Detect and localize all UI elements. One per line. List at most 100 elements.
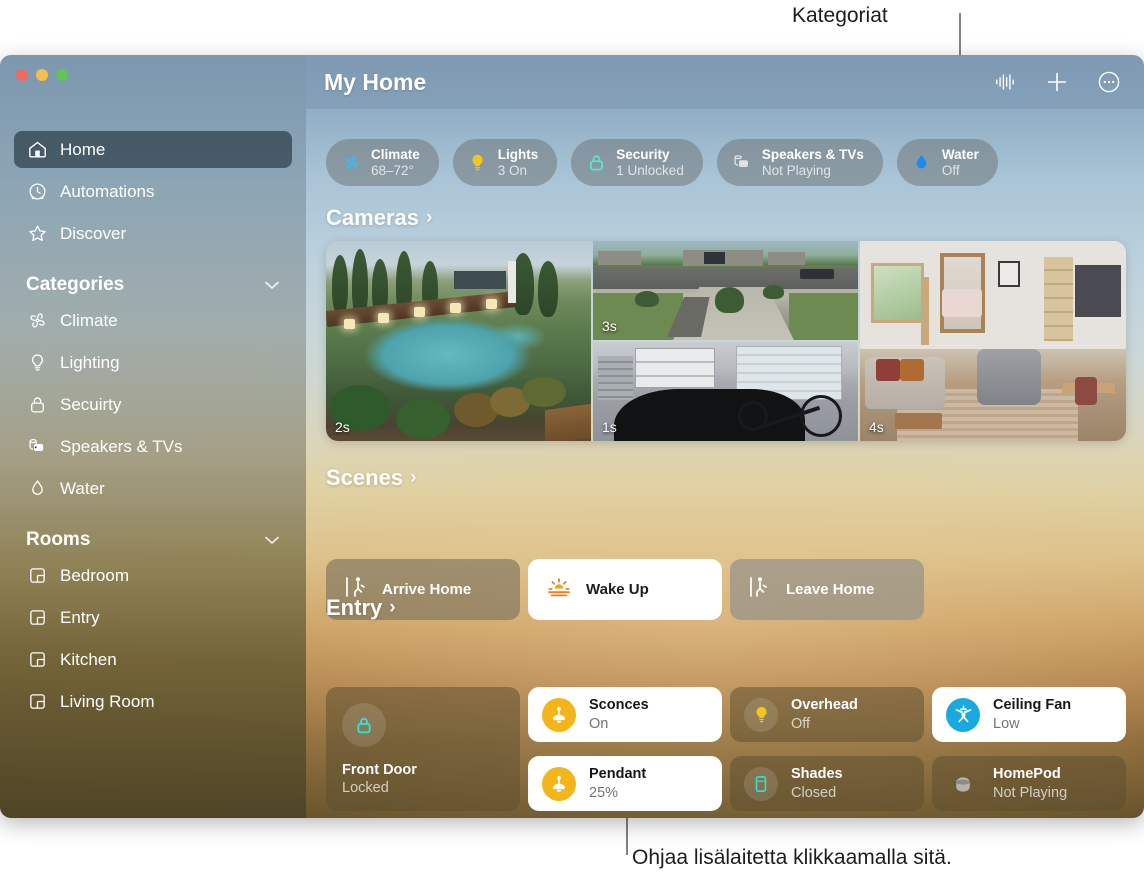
window-controls[interactable] [16,69,68,81]
driveway-camera-image [593,241,858,340]
sidebar-item-entry[interactable]: Entry [14,599,292,636]
droplet-icon [26,478,48,500]
sidebar-section-rooms[interactable]: Rooms [26,529,280,551]
lock-icon [342,703,386,747]
chevron-down-icon[interactable] [264,529,280,551]
living-room-camera-image [860,241,1126,441]
device-tile-pendant[interactable]: Pendant 25% [528,756,722,811]
sidebar-item-label: Lighting [60,352,120,372]
sunrise-icon [546,575,572,604]
pendant-icon [542,766,576,801]
section-header-scenes[interactable]: Scenes › [326,465,416,491]
sidebar-item-climate[interactable]: Climate [14,302,292,339]
close-button[interactable] [16,69,28,81]
camera-tile-driveway[interactable]: 3s [593,241,858,340]
device-name: Ceiling Fan [993,697,1072,714]
category-pills: Climate 68–72° Lights 3 On Security 1 Un… [326,139,998,186]
fan-icon [340,152,362,174]
sidebar-item-lighting[interactable]: Lighting [14,344,292,381]
device-tile-homepod[interactable]: HomePod Not Playing [932,756,1126,811]
pill-status: Not Playing [761,162,831,178]
sidebar-item-label: Speakers & TVs [60,436,183,456]
device-name: Shades [791,766,843,783]
svg-text:tv: tv [741,161,746,167]
sidebar-item-home[interactable]: Home [14,131,292,168]
pill-title: Climate [371,147,420,163]
camera-grid: 2s 3s 1s 4s [326,241,1126,441]
device-status: Closed [791,784,837,801]
device-tile-ceiling-fan[interactable]: Ceiling Fan Low [932,687,1126,742]
scene-leave-home[interactable]: Leave Home [730,559,924,620]
sidebar-item-security[interactable]: Secuirty [14,386,292,423]
device-tile-sconces[interactable]: Sconces On [528,687,722,742]
sidebar-item-water[interactable]: Water [14,470,292,507]
sidebar-item-label: Secuirty [60,394,122,414]
device-name: Front Door [342,761,417,778]
pill-water[interactable]: Water Off [896,139,998,186]
scene-label: Wake Up [586,581,649,598]
sidebar-item-speakers-tvs[interactable]: tv Speakers & TVs [14,428,292,465]
device-status: On [589,715,609,732]
section-header-cameras[interactable]: Cameras › [326,205,432,231]
sidebar-item-label: Entry [60,607,100,627]
lock-icon [26,394,48,416]
camera-column-middle: 3s 1s [593,241,858,441]
device-status: 25% [589,784,619,801]
homepod-icon [946,767,980,801]
pill-security[interactable]: Security 1 Unlocked [571,139,703,186]
bulb-icon [744,697,778,732]
sidebar-item-automations[interactable]: Automations [14,173,292,210]
speaker-tv-icon: tv [26,436,48,458]
camera-tile-living-room[interactable]: 4s [860,241,1126,441]
sidebar-item-discover[interactable]: Discover [14,215,292,252]
sidebar-section-label: Categories [26,274,125,295]
scene-wake-up[interactable]: Wake Up [528,559,722,620]
audio-waveform-icon[interactable] [992,69,1018,95]
device-tile-overhead[interactable]: Overhead Off [730,687,924,742]
shade-icon [744,766,778,801]
sidebar-item-label: Home [60,139,106,159]
pill-lights[interactable]: Lights 3 On [452,139,558,186]
pill-status: 3 On [497,162,528,178]
sidebar-item-label: Kitchen [60,649,117,669]
toolbar-actions [992,69,1122,95]
clock-icon [26,181,48,203]
room-icon [26,607,48,629]
fan-icon [946,697,980,732]
pill-status: 68–72° [371,162,414,178]
pill-speakers-tvs[interactable]: tv Speakers & TVs Not Playing [716,139,883,186]
pill-climate[interactable]: Climate 68–72° [326,139,439,186]
sidebar-item-label: Discover [60,223,127,243]
device-status: Not Playing [993,784,1068,801]
pill-title: Speakers & TVs [761,147,864,163]
pill-title: Security [616,147,670,163]
device-tile-shades[interactable]: Shades Closed [730,756,924,811]
sidebar-item-living-room[interactable]: Living Room [14,683,292,720]
camera-tile-garage[interactable]: 1s [593,342,858,441]
main-content: My Home Climate 68–72° Lights 3 On Secur… [306,55,1144,818]
section-title: Entry [326,595,383,620]
sidebar-item-label: Climate [60,310,118,330]
svg-text:tv: tv [36,445,41,451]
section-title: Cameras [326,205,419,230]
sidebar-item-kitchen[interactable]: Kitchen [14,641,292,678]
sidebar-item-label: Living Room [60,691,155,711]
chevron-right-icon: › [425,207,433,228]
chevron-down-icon[interactable] [264,274,280,296]
sidebar-item-bedroom[interactable]: Bedroom [14,557,292,594]
camera-timestamp: 2s [335,419,350,435]
star-icon [26,223,48,245]
zoom-button[interactable] [56,69,68,81]
minimize-button[interactable] [36,69,48,81]
section-header-entry[interactable]: Entry › [326,595,396,621]
camera-tile-pool[interactable]: 2s [326,241,591,441]
more-options-icon[interactable] [1096,69,1122,95]
device-name: Pendant [589,766,647,783]
home-app-window: Home Automations Discover Categories Cli… [0,55,1144,818]
pool-camera-image [326,241,591,441]
walk-out-icon [748,574,772,605]
fan-icon [26,310,48,332]
plus-icon[interactable] [1044,69,1070,95]
device-tile-front-door[interactable]: Front Door Locked [326,687,520,811]
sidebar-section-categories[interactable]: Categories [26,274,280,296]
